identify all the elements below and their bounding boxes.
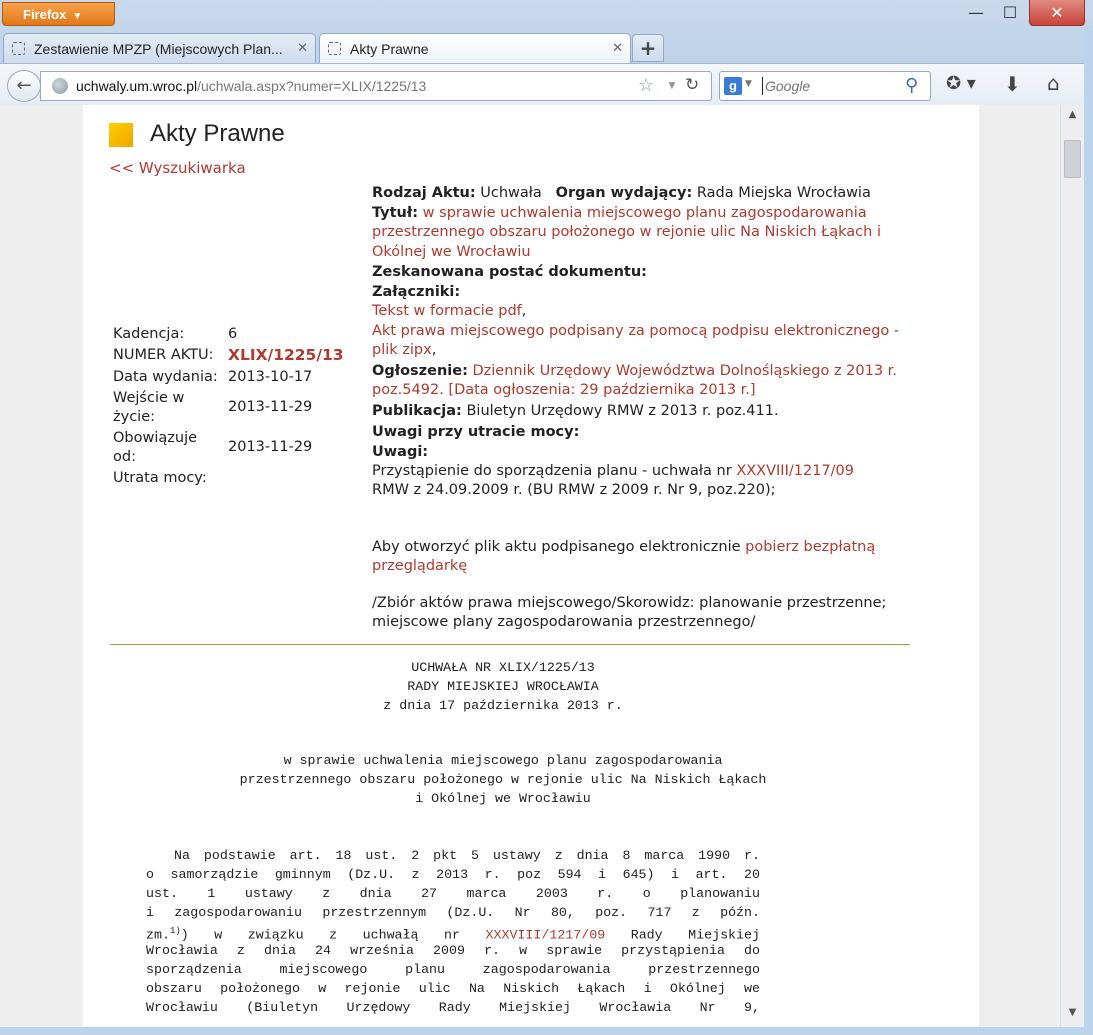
scroll-thumb[interactable]: [1064, 140, 1081, 178]
uwagi-text: Przystąpienie do sporządzenia planu - uc…: [372, 463, 854, 499]
search-box[interactable]: g ▼ ⚲: [719, 71, 931, 101]
tab-title: Akty Prawne: [350, 41, 429, 57]
close-icon[interactable]: ✕: [297, 40, 308, 56]
zalaczniki-label: Załączniki:: [372, 284, 461, 300]
back-to-search-link[interactable]: << Wyszukiwarka: [109, 159, 246, 177]
ogloszenie-line: Ogłoszenie: Dziennik Urzędowy Województw…: [372, 362, 917, 401]
kadencja-label: Kadencja:: [113, 326, 185, 342]
page-icon: [328, 42, 341, 55]
tytul-line: Tytuł: w sprawie uchwalenia miejscowego …: [372, 204, 917, 262]
close-window-button[interactable]: ✕: [1029, 0, 1085, 26]
rodzaj-label: Rodzaj Aktu:: [372, 185, 476, 201]
close-icon[interactable]: ✕: [612, 40, 623, 56]
home-icon[interactable]: ⌂: [1047, 71, 1060, 95]
google-icon[interactable]: g: [724, 77, 742, 95]
reload-icon[interactable]: ↻: [685, 75, 699, 95]
wejscie-value: 2013-11-29: [228, 399, 313, 415]
attachment-zipx-line: Akt prawa miejscowego podpisany za pomoc…: [372, 323, 900, 359]
bookmarks-menu-button[interactable]: ✪ ▾: [946, 73, 986, 97]
zeskanowana-label: Zeskanowana postać dokumentu:: [372, 264, 647, 280]
document-line: Wrocławia z dnia 24 września 2009 r. w s…: [146, 943, 760, 958]
organ-label: Organ wydający:: [555, 185, 693, 201]
document-line: sporządzenia miejscowego planu zagospoda…: [146, 962, 760, 977]
window-frame: [1084, 26, 1093, 1035]
url-host: uchwaly.um.wroc.pl: [76, 78, 198, 94]
vertical-scrollbar[interactable]: ▲ ▼: [1060, 105, 1084, 1027]
uchwala-link[interactable]: XXXVIII/1217/09: [736, 463, 854, 479]
obowiazuje-label-2: od:: [113, 449, 136, 465]
tab-akty-prawne[interactable]: Akty Prawne ✕: [319, 33, 631, 64]
document-line: Wrocławiu (Biuletyn Urzędowy Rady Miejsk…: [146, 1000, 760, 1015]
history-dropdown-icon[interactable]: ▼: [666, 78, 678, 92]
rodzaj-aktu-line: Rodzaj Aktu: Uchwała Organ wydający: Rad…: [372, 184, 917, 203]
document-line: ust. 1 ustawy z dnia 27 marca 2003 r. o …: [146, 886, 760, 901]
uwagi-utrata-label: Uwagi przy utracie mocy:: [372, 424, 580, 440]
data-wydania-label: Data wydania:: [113, 369, 218, 385]
numer-aktu-value: XLIX/1225/13: [228, 346, 344, 364]
navigation-bar: uchwaly.um.wroc.pl/uchwala.aspx?numer=XL…: [0, 63, 1093, 106]
url-path: /uchwala.aspx?numer=XLIX/1225/13: [197, 78, 427, 94]
page-viewport: Akty Prawne << Wyszukiwarka Kadencja: 6 …: [0, 105, 1060, 1027]
viewer-note: Aby otworzyć plik aktu podpisanego elekt…: [372, 539, 876, 575]
chevron-down-icon: ▼: [72, 11, 83, 22]
tytul-label: Tytuł:: [372, 205, 419, 221]
scroll-up-arrow-icon[interactable]: ▲: [1061, 109, 1084, 120]
browser-chrome: Firefox ▼ — ☐ ✕ Zestawienie MPZP (Miejsco…: [0, 0, 1093, 106]
attachment-pdf-link[interactable]: Tekst w formacie pdf: [372, 303, 522, 319]
document-line: Na podstawie art. 18 ust. 2 pkt 5 ustawy…: [174, 848, 760, 863]
url-bar[interactable]: uchwaly.um.wroc.pl/uchwala.aspx?numer=XL…: [40, 71, 712, 101]
search-input[interactable]: [762, 77, 905, 95]
document-line: i zagospodarowaniu przestrzennym (Dz.U. …: [146, 905, 760, 920]
back-button[interactable]: ←: [7, 70, 41, 102]
publikacja-line: Publikacja: Biuletyn Urzędowy RMW z 2013…: [372, 402, 917, 421]
ogloszenie-label: Ogłoszenie:: [372, 363, 468, 379]
section-divider: [110, 644, 910, 645]
chevron-down-icon[interactable]: ▼: [745, 79, 752, 89]
document-line: o samorządzie gminnym (Dz.U. z 2013 r. p…: [146, 867, 760, 882]
tab-title: Zestawienie MPZP (Miejscowych Plan...: [34, 41, 283, 57]
obowiazuje-label-1: Obowiązuje: [113, 430, 198, 446]
tytul-value[interactable]: w sprawie uchwalenia miejscowego planu z…: [372, 205, 881, 260]
globe-icon: [52, 78, 68, 94]
page-title: Akty Prawne: [150, 120, 285, 147]
bookmark-star-icon[interactable]: ☆: [638, 75, 654, 96]
logo-square-icon: [109, 123, 133, 147]
search-icon[interactable]: ⚲: [905, 75, 918, 96]
page-content: Akty Prawne << Wyszukiwarka Kadencja: 6 …: [83, 105, 979, 1027]
wejscie-label-1: Wejście w: [113, 390, 185, 406]
kadencja-value: 6: [228, 326, 238, 342]
maximize-button[interactable]: ☐: [993, 0, 1027, 26]
publikacja-label: Publikacja:: [372, 403, 462, 419]
page-icon: [12, 42, 25, 55]
uwagi-label: Uwagi:: [372, 444, 429, 460]
new-tab-button[interactable]: +: [632, 34, 664, 62]
organ-value: Rada Miejska Wrocławia: [696, 185, 871, 201]
skorowidz-text: /Zbiór aktów prawa miejscowego/Skorowidz…: [372, 595, 887, 631]
tab-mpzp[interactable]: Zestawienie MPZP (Miejscowych Plan... ✕: [3, 33, 316, 64]
attachment-pdf-line: Tekst w formacie pdf,: [372, 303, 527, 319]
obowiazuje-value: 2013-11-29: [228, 439, 313, 455]
download-icon[interactable]: ⬇: [1004, 72, 1021, 96]
data-wydania-value: 2013-10-17: [228, 369, 313, 385]
rodzaj-value: Uchwała: [480, 185, 542, 201]
publikacja-value: Biuletyn Urzędowy RMW z 2013 r. poz.411.: [466, 403, 779, 419]
wejscie-label-2: życie:: [113, 409, 155, 425]
window-frame: [0, 1027, 1093, 1035]
document-line: obszaru położonego w rejonie ulic Na Nis…: [146, 981, 760, 996]
document-subject: w sprawie uchwalenia miejscowego planu z…: [239, 753, 767, 806]
attachment-zipx-link[interactable]: Akt prawa miejscowego podpisany za pomoc…: [372, 323, 899, 358]
document-header: UCHWAŁA NR XLIX/1225/13 RADY MIEJSKIEJ W…: [383, 660, 623, 713]
scroll-down-arrow-icon[interactable]: ▼: [1061, 1007, 1084, 1018]
numer-aktu-label: NUMER AKTU:: [113, 347, 214, 363]
utrata-mocy-label: Utrata mocy:: [113, 470, 207, 486]
minimize-button[interactable]: —: [959, 0, 993, 26]
firefox-menu-button[interactable]: Firefox ▼: [2, 2, 115, 26]
